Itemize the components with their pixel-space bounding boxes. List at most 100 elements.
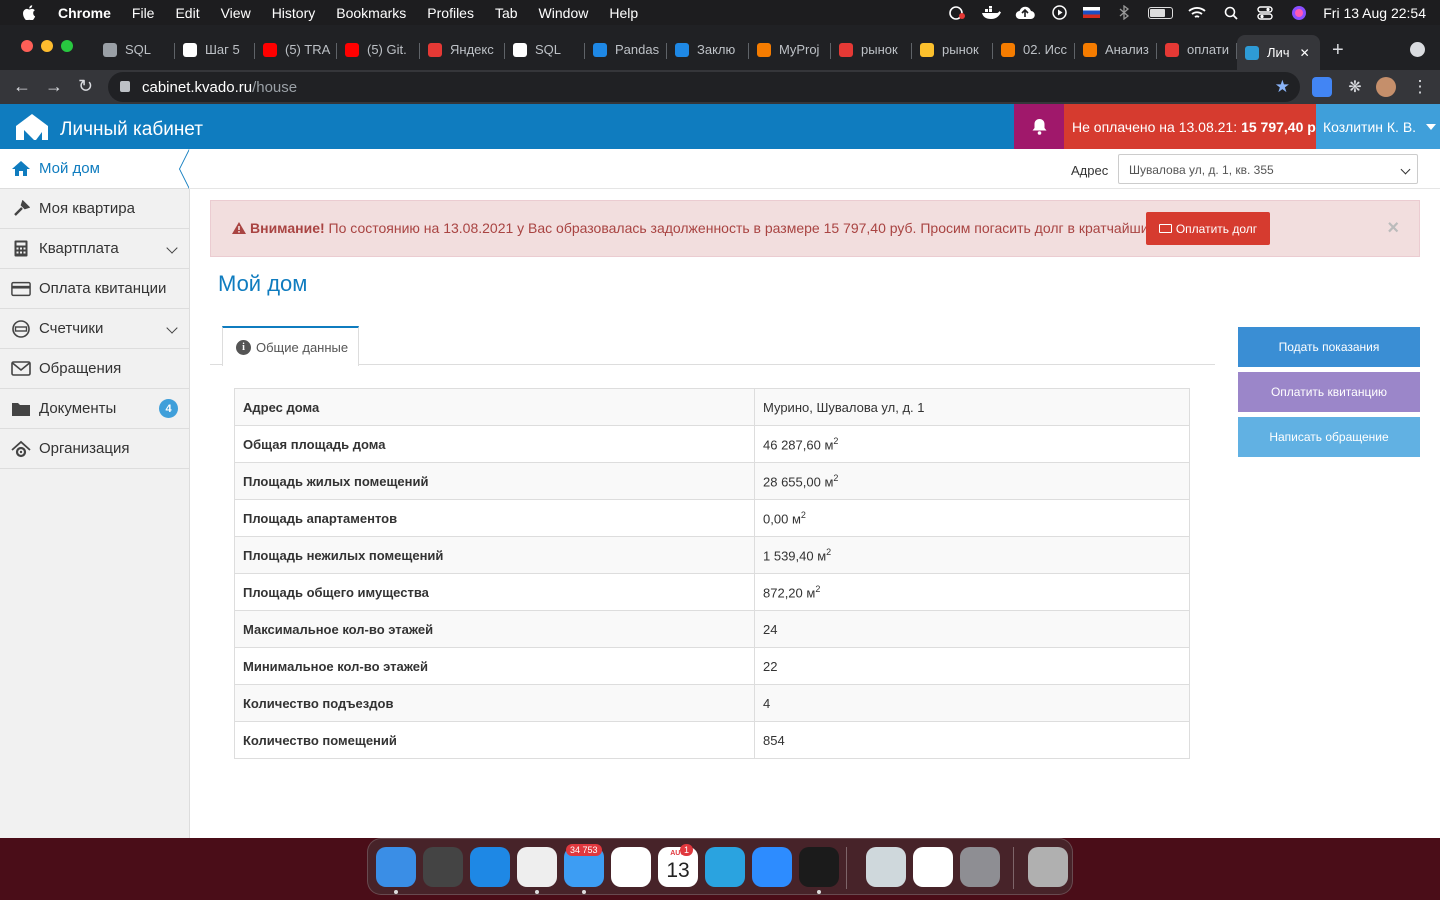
- browser-tab[interactable]: SQL: [505, 35, 585, 64]
- address-bar[interactable]: cabinet.kvado.ru/house ★: [108, 72, 1300, 102]
- spotlight-search-icon[interactable]: [1221, 6, 1241, 20]
- close-alert-button[interactable]: ×: [1387, 217, 1399, 240]
- browser-tab[interactable]: Заклю: [667, 35, 749, 64]
- sidebar-item-meters[interactable]: Счетчики: [0, 309, 189, 349]
- menu-view[interactable]: View: [221, 5, 251, 21]
- control-center-icon[interactable]: [1255, 5, 1275, 20]
- bluetooth-off-icon[interactable]: [1114, 5, 1134, 20]
- pay-debt-button[interactable]: Оплатить долг: [1146, 212, 1270, 245]
- russian-flag-icon[interactable]: [1083, 7, 1101, 18]
- browser-tab[interactable]: оплати: [1157, 35, 1237, 64]
- tab-general-data[interactable]: i Общие данные: [222, 326, 359, 366]
- browser-tab[interactable]: SQL: [95, 35, 175, 64]
- browser-tab[interactable]: 02. Исс: [993, 35, 1075, 64]
- kvado-logo-icon[interactable]: [14, 112, 50, 142]
- row-label: Количество подъездов: [234, 684, 755, 722]
- new-tab-button[interactable]: +: [1332, 39, 1344, 62]
- browser-tab-title: Шаг 5: [205, 42, 240, 57]
- browser-tab[interactable]: Шаг 5: [175, 35, 255, 64]
- chrome-menu-icon[interactable]: ⋮: [1410, 77, 1430, 97]
- browser-tab[interactable]: MyProj: [749, 35, 831, 64]
- tools-icon: [11, 199, 31, 218]
- sidebar-item-requests[interactable]: Обращения: [0, 349, 189, 389]
- sidebar-item-rent[interactable]: Квартплата: [0, 229, 189, 269]
- folder-icon: [11, 400, 31, 418]
- brand-title[interactable]: Личный кабинет: [60, 119, 203, 141]
- write-request-button[interactable]: Написать обращение: [1238, 417, 1420, 457]
- window-close-button[interactable]: [21, 40, 33, 52]
- unpaid-notice[interactable]: Не оплачено на 13.08.21: 15 797,40 р.: [1064, 104, 1320, 149]
- menu-history[interactable]: History: [272, 5, 316, 21]
- submit-readings-button[interactable]: Подать показания: [1238, 327, 1420, 367]
- menu-bookmarks[interactable]: Bookmarks: [336, 5, 406, 21]
- forward-icon[interactable]: →: [45, 76, 63, 96]
- zoom-icon[interactable]: [752, 847, 792, 887]
- browser-tab[interactable]: Яндекс: [420, 35, 505, 64]
- bookmark-star-icon[interactable]: ★: [1275, 77, 1290, 97]
- browser-tab[interactable]: (5) Git.: [337, 35, 420, 64]
- terminal-icon[interactable]: [799, 847, 839, 887]
- apple-icon[interactable]: [22, 5, 36, 20]
- notifications-button[interactable]: [1014, 104, 1064, 149]
- menu-file[interactable]: File: [132, 5, 155, 21]
- system-preferences-icon[interactable]: [960, 847, 1000, 887]
- lock-icon[interactable]: [120, 81, 130, 92]
- menu-window[interactable]: Window: [539, 5, 589, 21]
- sidebar-item-my-apartment[interactable]: Моя квартира: [0, 189, 189, 229]
- tab-search-icon[interactable]: [1410, 42, 1425, 57]
- browser-tab-title: SQL: [535, 42, 562, 57]
- preview-icon[interactable]: [866, 847, 906, 887]
- telegram-icon[interactable]: [705, 847, 745, 887]
- back-icon[interactable]: ←: [13, 76, 31, 96]
- browser-tab-title: (5) TRA: [285, 42, 331, 57]
- profile-avatar[interactable]: [1376, 77, 1396, 97]
- sidebar-item-organization[interactable]: Организация: [0, 429, 189, 469]
- address-select[interactable]: Шувалова ул, д. 1, кв. 355: [1118, 154, 1418, 184]
- cloud-upload-icon[interactable]: [1015, 6, 1036, 20]
- safari-icon[interactable]: [470, 847, 510, 887]
- translate-extension-icon[interactable]: [1312, 77, 1332, 97]
- pay-receipt-button[interactable]: Оплатить квитанцию: [1238, 372, 1420, 412]
- photos-icon[interactable]: [913, 847, 953, 887]
- window-minimize-button[interactable]: [41, 40, 53, 52]
- wifi-icon[interactable]: [1187, 6, 1207, 20]
- puzzle-extensions-icon[interactable]: ❋: [1345, 77, 1365, 97]
- garageband-icon[interactable]: [423, 847, 463, 887]
- browser-tab[interactable]: Анализ: [1075, 35, 1157, 64]
- battery-icon[interactable]: [1148, 6, 1174, 19]
- siri-icon[interactable]: [1289, 5, 1309, 20]
- menu-help[interactable]: Help: [609, 5, 638, 21]
- reload-icon[interactable]: ↻: [78, 76, 93, 96]
- docker-icon[interactable]: [981, 5, 1002, 20]
- table-row: Площадь общего имущества 872,20 м2: [234, 573, 1190, 611]
- chrome-icon[interactable]: [517, 847, 557, 887]
- table-row: Адрес дома Мурино, Шувалова ул, д. 1: [234, 388, 1190, 426]
- table-row: Минимальное кол-во этажей 22: [234, 647, 1190, 685]
- play-circle-icon[interactable]: [1049, 5, 1069, 20]
- row-value-cell: Мурино, Шувалова ул, д. 1: [754, 388, 1190, 426]
- menu-tab[interactable]: Tab: [495, 5, 518, 21]
- browser-tab[interactable]: рынок: [831, 35, 912, 64]
- row-value: 28 655,00: [763, 474, 821, 490]
- sidebar-item-documents[interactable]: Документы 4: [0, 389, 189, 429]
- sidebar-item-my-house[interactable]: Мой дом: [0, 149, 190, 189]
- window-zoom-button[interactable]: [61, 40, 73, 52]
- slack-icon[interactable]: [611, 847, 651, 887]
- finder-icon[interactable]: [376, 847, 416, 887]
- trash-icon[interactable]: [1028, 847, 1068, 887]
- browser-tab[interactable]: рынок: [912, 35, 993, 64]
- menu-app-name[interactable]: Chrome: [58, 5, 111, 21]
- browser-tab[interactable]: Лич ✕: [1237, 35, 1320, 70]
- sidebar-item-receipt-payment[interactable]: Оплата квитанции: [0, 269, 189, 309]
- close-tab-icon[interactable]: ✕: [1300, 46, 1310, 60]
- screen-record-icon[interactable]: [947, 5, 967, 20]
- youtube-icon: [263, 42, 277, 57]
- row-value-cell: 4: [754, 684, 1190, 722]
- browser-tab[interactable]: (5) TRA: [255, 35, 337, 64]
- row-value-cell: 24: [754, 610, 1190, 648]
- menubar-clock[interactable]: Fri 13 Aug 22:54: [1323, 5, 1426, 21]
- menu-profiles[interactable]: Profiles: [427, 5, 474, 21]
- user-menu[interactable]: Козлитин К. В.: [1316, 104, 1440, 149]
- browser-tab[interactable]: Pandas: [585, 35, 667, 64]
- menu-edit[interactable]: Edit: [175, 5, 199, 21]
